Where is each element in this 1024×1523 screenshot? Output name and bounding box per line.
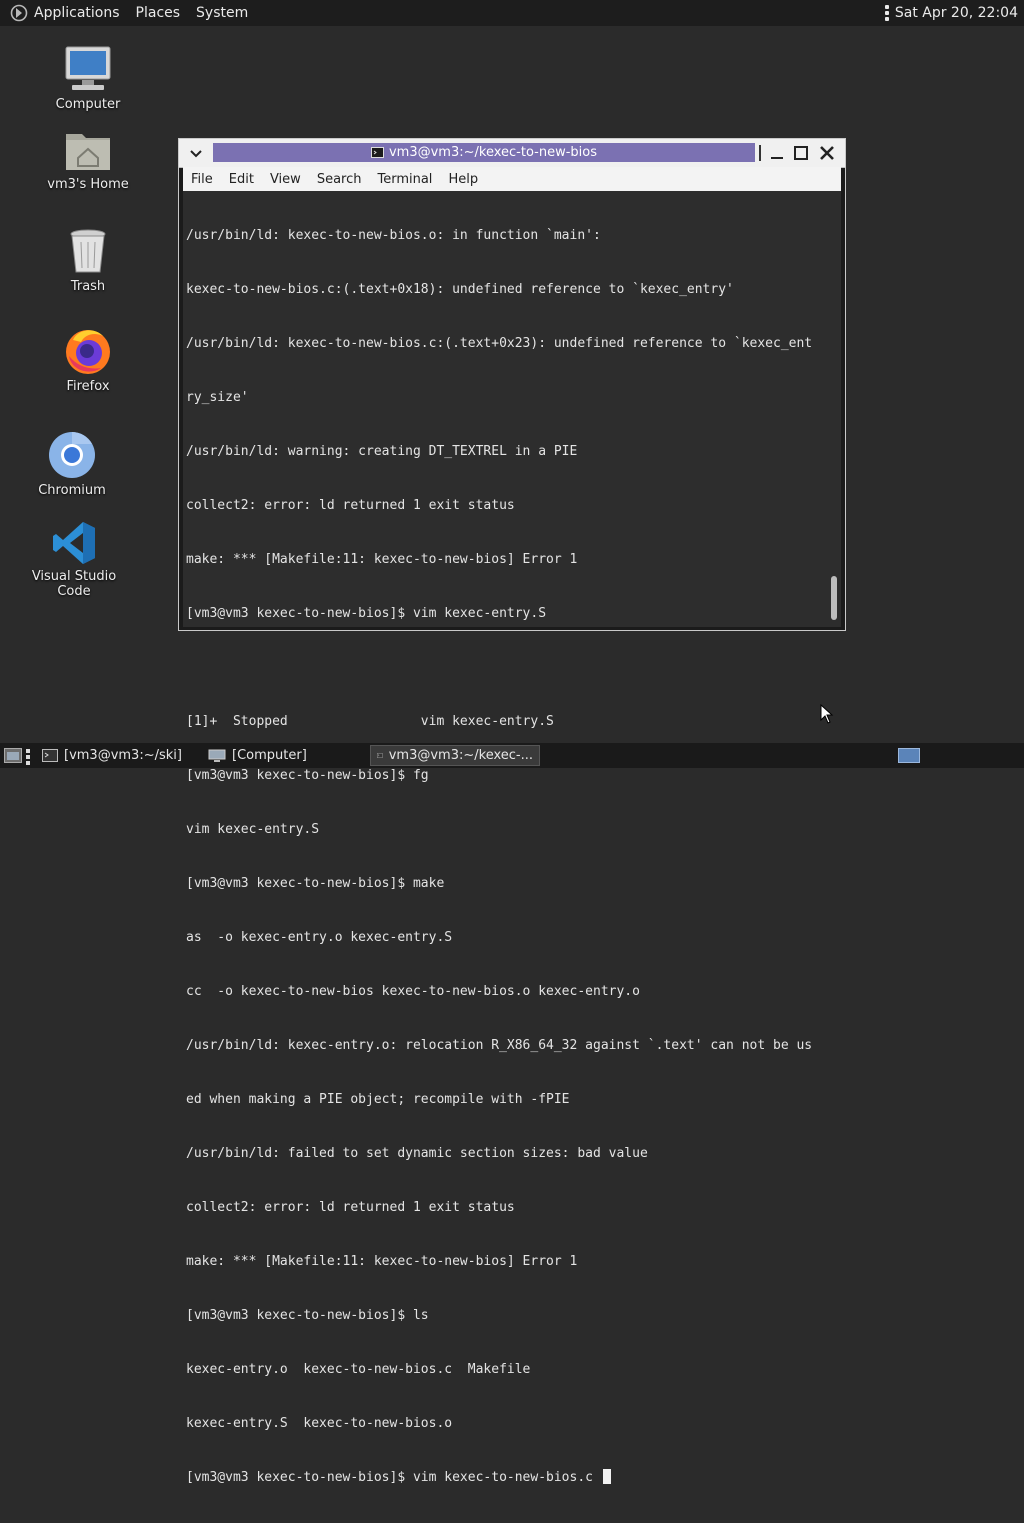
taskbar-item-ski-terminal[interactable]: [vm3@vm3:~/ski] xyxy=(36,745,196,766)
terminal-window[interactable]: vm3@vm3:~/kexec-to-new-bios File Edit Vi… xyxy=(178,138,846,1485)
minimize-button[interactable] xyxy=(767,143,787,163)
terminal-line: kexec-entry.S kexec-to-new-bios.o xyxy=(186,1416,453,1431)
trash-icon xyxy=(70,229,106,273)
window-title: vm3@vm3:~/kexec-to-new-bios xyxy=(388,145,597,160)
desktop-icon-label: Computer xyxy=(55,97,121,112)
firefox-icon xyxy=(66,330,110,374)
workspace-switcher[interactable] xyxy=(898,748,920,763)
desktop-icon-firefox[interactable]: Firefox xyxy=(38,326,138,394)
home-folder-icon xyxy=(66,134,110,170)
terminal-line: /usr/bin/ld: failed to set dynamic secti… xyxy=(186,1146,648,1161)
mouse-pointer-icon xyxy=(820,704,834,724)
desktop-icon-label: Firefox xyxy=(66,379,110,394)
terminal-icon xyxy=(370,147,384,158)
terminal-line: ry_size' xyxy=(186,390,249,405)
taskbar-item-label: [Computer] xyxy=(232,748,307,763)
terminal-icon xyxy=(42,749,58,762)
terminal-line: /usr/bin/ld: kexec-to-new-bios.o: in fun… xyxy=(186,228,601,243)
terminal-line: kexec-entry.o kexec-to-new-bios.c Makefi… xyxy=(186,1362,531,1377)
computer-icon xyxy=(208,749,226,762)
clock[interactable]: Sat Apr 20, 22:04 xyxy=(895,5,1018,21)
terminal-prompt-line[interactable]: [vm3@vm3 kexec-to-new-bios]$ vim kexec-t… xyxy=(186,1469,828,1487)
maximize-button[interactable] xyxy=(791,143,811,163)
desktop-icon-label: vm3's Home xyxy=(47,177,129,192)
applications-menu[interactable]: Applications xyxy=(34,5,120,21)
terminal-line: [vm3@vm3 kexec-to-new-bios]$ fg xyxy=(186,768,429,783)
show-desktop-icon[interactable] xyxy=(4,748,22,763)
chromium-icon xyxy=(49,432,95,478)
terminal-line: collect2: error: ld returned 1 exit stat… xyxy=(186,1200,515,1215)
terminal-line: kexec-to-new-bios.c:(.text+0x18): undefi… xyxy=(186,282,734,297)
window-menu-chevron-icon[interactable] xyxy=(187,144,205,162)
terminal-line: collect2: error: ld returned 1 exit stat… xyxy=(186,498,515,513)
taskbar-item-computer[interactable]: [Computer] xyxy=(202,745,362,766)
terminal-line: [1]+ Stopped vim kexec-entry.S xyxy=(186,714,554,729)
desktop-icon-chromium[interactable]: Chromium xyxy=(22,430,122,498)
desktop-icon-trash[interactable]: Trash xyxy=(38,228,138,294)
terminal-line: /usr/bin/ld: kexec-to-new-bios.c:(.text+… xyxy=(186,336,813,351)
terminal-line: ed when making a PIE object; recompile w… xyxy=(186,1092,570,1107)
desktop-icon-label: Trash xyxy=(70,279,106,294)
terminal-scrollbar[interactable] xyxy=(831,576,837,620)
terminal-icon xyxy=(377,753,383,758)
window-title-bar-highlight: vm3@vm3:~/kexec-to-new-bios xyxy=(213,143,755,162)
menu-search[interactable]: Search xyxy=(309,172,370,187)
terminal-menubar: File Edit View Search Terminal Help xyxy=(183,167,841,191)
close-button[interactable] xyxy=(817,143,837,163)
desktop-icon-label: Visual Studio Code xyxy=(31,569,117,599)
terminal-line: cc -o kexec-to-new-bios kexec-to-new-bio… xyxy=(186,984,640,999)
menu-view[interactable]: View xyxy=(262,172,309,187)
text-cursor xyxy=(602,1469,611,1484)
terminal-line: make: *** [Makefile:11: kexec-to-new-bio… xyxy=(186,552,578,567)
terminal-line: make: *** [Makefile:11: kexec-to-new-bio… xyxy=(186,1254,578,1269)
menu-terminal[interactable]: Terminal xyxy=(369,172,440,187)
terminal-line: /usr/bin/ld: kexec-entry.o: relocation R… xyxy=(186,1038,813,1053)
terminal-text: /usr/bin/ld: kexec-to-new-bios.o: in fun… xyxy=(186,191,828,1523)
system-menu[interactable]: System xyxy=(196,5,248,21)
panel-menu-icon[interactable] xyxy=(884,5,889,21)
terminal-line: [vm3@vm3 kexec-to-new-bios]$ ls xyxy=(186,1308,429,1323)
vscode-icon xyxy=(53,522,95,564)
desktop-icon-computer[interactable]: Computer xyxy=(38,44,138,112)
terminal-line: vim kexec-entry.S xyxy=(186,822,320,837)
bottom-panel: [vm3@vm3:~/ski] [Computer] vm3@vm3:~/kex… xyxy=(0,743,1024,768)
taskbar-item-kexec-terminal[interactable]: vm3@vm3:~/kexec-... xyxy=(370,745,540,766)
menu-file[interactable]: File xyxy=(183,172,221,187)
title-separator xyxy=(759,145,761,161)
prompt-text: [vm3@vm3 kexec-to-new-bios]$ vim kexec-t… xyxy=(186,1470,601,1485)
top-panel-right: Sat Apr 20, 22:04 xyxy=(884,0,1018,26)
menu-edit[interactable]: Edit xyxy=(221,172,262,187)
menu-help[interactable]: Help xyxy=(440,172,486,187)
terminal-line: [vm3@vm3 kexec-to-new-bios]$ make xyxy=(186,876,445,891)
terminal-line: /usr/bin/ld: warning: creating DT_TEXTRE… xyxy=(186,444,578,459)
computer-icon xyxy=(65,46,111,90)
panel-handle-icon[interactable] xyxy=(26,749,30,765)
terminal-line: as -o kexec-entry.o kexec-entry.S xyxy=(186,930,453,945)
desktop-icon-label: Chromium xyxy=(38,483,106,498)
desktop-icon-home[interactable]: vm3's Home xyxy=(38,126,138,192)
taskbar-item-label: [vm3@vm3:~/ski] xyxy=(64,748,182,763)
terminal-line: [vm3@vm3 kexec-to-new-bios]$ vim kexec-e… xyxy=(186,606,547,621)
top-panel: Applications Places System Sat Apr 20, 2… xyxy=(0,0,1024,26)
taskbar-item-label: vm3@vm3:~/kexec-... xyxy=(388,748,533,763)
desktop-icon-vscode[interactable]: Visual Studio Code xyxy=(18,520,130,599)
distro-logo-icon[interactable] xyxy=(10,4,28,22)
window-titlebar[interactable]: vm3@vm3:~/kexec-to-new-bios xyxy=(179,139,845,168)
places-menu[interactable]: Places xyxy=(136,5,181,21)
terminal-output-area[interactable]: /usr/bin/ld: kexec-to-new-bios.o: in fun… xyxy=(183,191,841,1485)
